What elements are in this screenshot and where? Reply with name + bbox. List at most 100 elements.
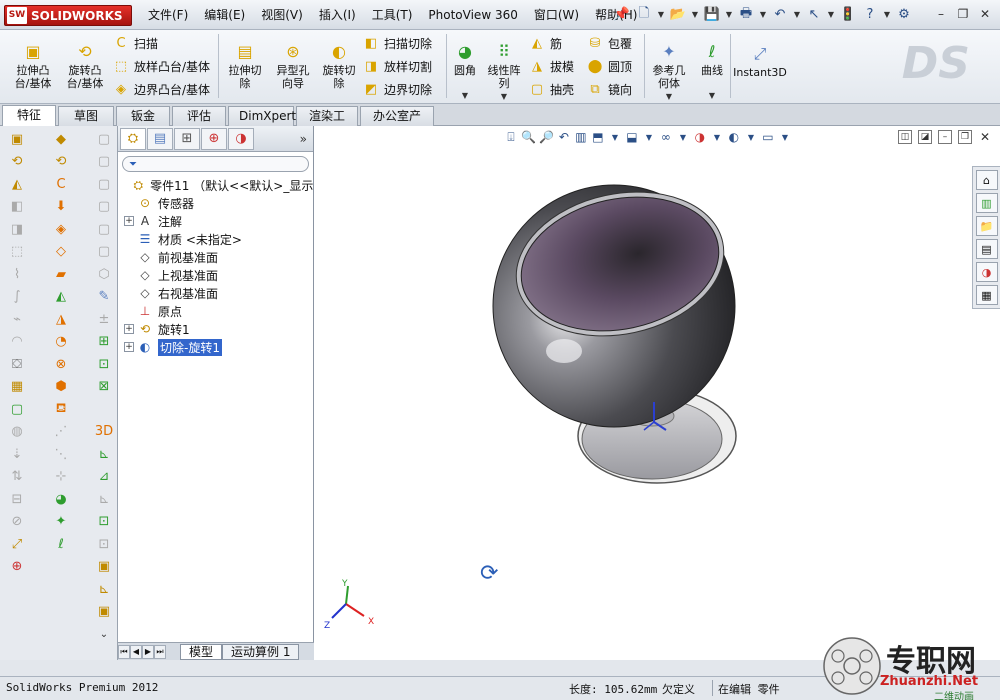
chevron-down-icon[interactable]: ⌄ bbox=[93, 625, 115, 643]
draft-button[interactable]: ◮ 拔模 bbox=[528, 55, 574, 77]
tree-filter[interactable]: ⏷ bbox=[122, 156, 309, 172]
print-icon[interactable]: 🖶 bbox=[736, 4, 756, 25]
custom-properties-icon[interactable]: ▦ bbox=[975, 285, 998, 305]
select-arrow-icon[interactable]: ↖ bbox=[804, 4, 824, 25]
wrap-icon[interactable]: ◔ bbox=[50, 333, 72, 351]
nav-next-icon[interactable]: ▶ bbox=[142, 644, 154, 659]
surface-icon[interactable]: ∫ bbox=[6, 288, 28, 306]
thicken-icon[interactable]: ◇ bbox=[50, 243, 72, 261]
library-icon[interactable]: ⊕ bbox=[6, 558, 28, 576]
revolve-cut-button[interactable]: ◐ 旋转切 除 bbox=[316, 40, 362, 90]
undo-icon[interactable]: ↶ bbox=[770, 4, 790, 25]
block-icon[interactable]: ⊾ bbox=[93, 580, 115, 598]
pattern-icon[interactable]: ▦ bbox=[6, 378, 28, 396]
tab-sketch[interactable]: 草图 bbox=[58, 106, 114, 126]
sweep-icon[interactable]: C bbox=[50, 175, 72, 193]
rotate-view-icon[interactable]: ⟳ bbox=[480, 561, 498, 586]
cut-icon[interactable]: ◨ bbox=[6, 220, 28, 238]
tree-item[interactable]: + A 注解 bbox=[118, 212, 313, 230]
wrap-button[interactable]: ⛁ 包覆 bbox=[586, 32, 632, 54]
cube-icon[interactable]: ▢ bbox=[93, 220, 115, 238]
minimize-icon[interactable]: – bbox=[932, 5, 950, 23]
expand-icon[interactable]: + bbox=[124, 342, 134, 352]
chevron-down-icon[interactable]: ▼ bbox=[792, 4, 802, 25]
curves-icon[interactable]: ℓ bbox=[50, 535, 72, 553]
help-icon[interactable]: ? bbox=[860, 4, 880, 25]
surface-icon[interactable]: ◠ bbox=[6, 333, 28, 351]
split-icon[interactable]: ⊟ bbox=[6, 490, 28, 508]
expand-icon[interactable]: + bbox=[124, 216, 134, 226]
fillet-button[interactable]: ◕ 圆角 ▼ bbox=[448, 40, 482, 102]
new-document-icon[interactable]: 🗋 bbox=[634, 4, 654, 25]
appearances-icon[interactable]: ◑ bbox=[975, 262, 998, 282]
block-icon[interactable]: ▣ bbox=[93, 558, 115, 576]
lofted-cut-button[interactable]: ◨ 放样切割 bbox=[362, 55, 432, 77]
dome-icon[interactable]: ◍ bbox=[6, 423, 28, 441]
view-palette-icon[interactable]: ▤ bbox=[975, 239, 998, 259]
relation-icon[interactable]: ⊞ bbox=[93, 333, 115, 351]
nav-last-icon[interactable]: ⏭ bbox=[154, 644, 166, 659]
boundary-icon[interactable]: ◈ bbox=[50, 220, 72, 238]
draft-icon[interactable]: ◮ bbox=[50, 310, 72, 328]
sketch-icon[interactable]: ⊿ bbox=[93, 468, 115, 486]
pattern-icon[interactable]: ⋱ bbox=[50, 445, 72, 463]
plane-icon[interactable]: ▰ bbox=[50, 265, 72, 283]
linear-pattern-button[interactable]: ⠿ 线性阵 列 ▼ bbox=[484, 40, 524, 103]
menu-tools[interactable]: 工具(T) bbox=[364, 0, 421, 30]
rib-button[interactable]: ◭ 筋 bbox=[528, 32, 562, 54]
block-icon[interactable]: ▣ bbox=[93, 603, 115, 621]
expand-panel-icon[interactable]: » bbox=[300, 132, 307, 146]
display-manager-tab-icon[interactable]: ◑ bbox=[228, 127, 254, 150]
chevron-down-icon[interactable]: ▼ bbox=[690, 4, 700, 25]
tab-model[interactable]: 模型 bbox=[180, 643, 223, 660]
repair-icon[interactable]: ⊠ bbox=[93, 378, 115, 396]
tab-sheet-metal[interactable]: 钣金 bbox=[116, 106, 170, 126]
configuration-manager-tab-icon[interactable]: ⊞ bbox=[174, 127, 200, 150]
indent-icon[interactable]: ⛾ bbox=[50, 400, 72, 418]
tree-item[interactable]: + ⟲ 旋转1 bbox=[118, 320, 313, 338]
reference-geometry-icon[interactable]: ✦ bbox=[50, 513, 72, 531]
nav-first-icon[interactable]: ⏮ bbox=[118, 644, 130, 659]
shell-button[interactable]: ▢ 抽壳 bbox=[528, 78, 574, 100]
intersect-icon[interactable]: ⊗ bbox=[50, 355, 72, 373]
cube-icon[interactable]: ▢ bbox=[93, 130, 115, 148]
graphics-area[interactable]: ⍗ 🔍 🔎 ↶ ▥ ⬒ ▼ ⬓ ▼ ∞ ▼ ◑ ▼ ◐ ▼ ▭ ▼ ◫ ◪ – … bbox=[314, 126, 1000, 660]
chevron-down-icon[interactable]: ▼ bbox=[724, 4, 734, 25]
file-explorer-icon[interactable]: 📁 bbox=[975, 216, 998, 236]
menu-edit[interactable]: 编辑(E) bbox=[196, 0, 253, 30]
extrude-boss-button[interactable]: ▣ 拉伸凸 台/基体 bbox=[8, 40, 58, 90]
tree-item[interactable]: + ◐ 切除-旋转1 bbox=[118, 338, 313, 356]
delete-face-icon[interactable]: ⊘ bbox=[6, 513, 28, 531]
tab-motion-study[interactable]: 运动算例 1 bbox=[222, 643, 300, 660]
solidworks-logo[interactable]: SW SOLIDWORKS bbox=[4, 5, 132, 26]
rib-icon[interactable]: ◭ bbox=[50, 288, 72, 306]
revolve-icon[interactable]: ⟲ bbox=[6, 153, 28, 171]
tree-item[interactable]: ⊙ 传感器 bbox=[118, 194, 313, 212]
pattern-icon[interactable]: ⊹ bbox=[50, 468, 72, 486]
block-icon[interactable]: ⊡ bbox=[93, 513, 115, 531]
cube-icon[interactable]: ▢ bbox=[93, 153, 115, 171]
block-icon[interactable]: ⊡ bbox=[93, 535, 115, 553]
expand-icon[interactable]: + bbox=[124, 324, 134, 334]
cut-icon[interactable]: ◧ bbox=[6, 198, 28, 216]
tab-office-products[interactable]: 办公室产品 bbox=[360, 106, 434, 141]
tree-item[interactable]: ◇ 前视基准面 bbox=[118, 248, 313, 266]
chevron-down-icon[interactable]: ▼ bbox=[646, 90, 692, 103]
chevron-down-icon[interactable]: ▼ bbox=[758, 4, 768, 25]
tree-item[interactable]: ⊥ 原点 bbox=[118, 302, 313, 320]
revolve-boss-button[interactable]: ⟲ 旋转凸 台/基体 bbox=[60, 40, 110, 90]
reference-geometry-button[interactable]: ✦ 参考几 何体 ▼ bbox=[646, 40, 692, 103]
combine-icon[interactable]: ⬢ bbox=[50, 378, 72, 396]
chevron-down-icon[interactable]: ▼ bbox=[882, 4, 892, 25]
boundary-cut-button[interactable]: ◩ 边界切除 bbox=[362, 78, 432, 100]
menu-insert[interactable]: 插入(I) bbox=[311, 0, 364, 30]
dome-button[interactable]: ⬤ 圆顶 bbox=[586, 55, 632, 77]
instant3d-button[interactable]: ⤢ Instant3D bbox=[732, 42, 788, 79]
boss-icon[interactable]: ◆ bbox=[50, 130, 72, 148]
sketch-icon[interactable]: ⊾ bbox=[93, 445, 115, 463]
pin-icon[interactable]: 📌 bbox=[612, 4, 632, 25]
loft-icon[interactable]: ⬇ bbox=[50, 198, 72, 216]
hole-icon[interactable]: ⛋ bbox=[6, 355, 28, 373]
open-folder-icon[interactable]: 📂 bbox=[668, 4, 688, 25]
hole-wizard-button[interactable]: ⊛ 异型孔 向导 bbox=[270, 40, 316, 90]
